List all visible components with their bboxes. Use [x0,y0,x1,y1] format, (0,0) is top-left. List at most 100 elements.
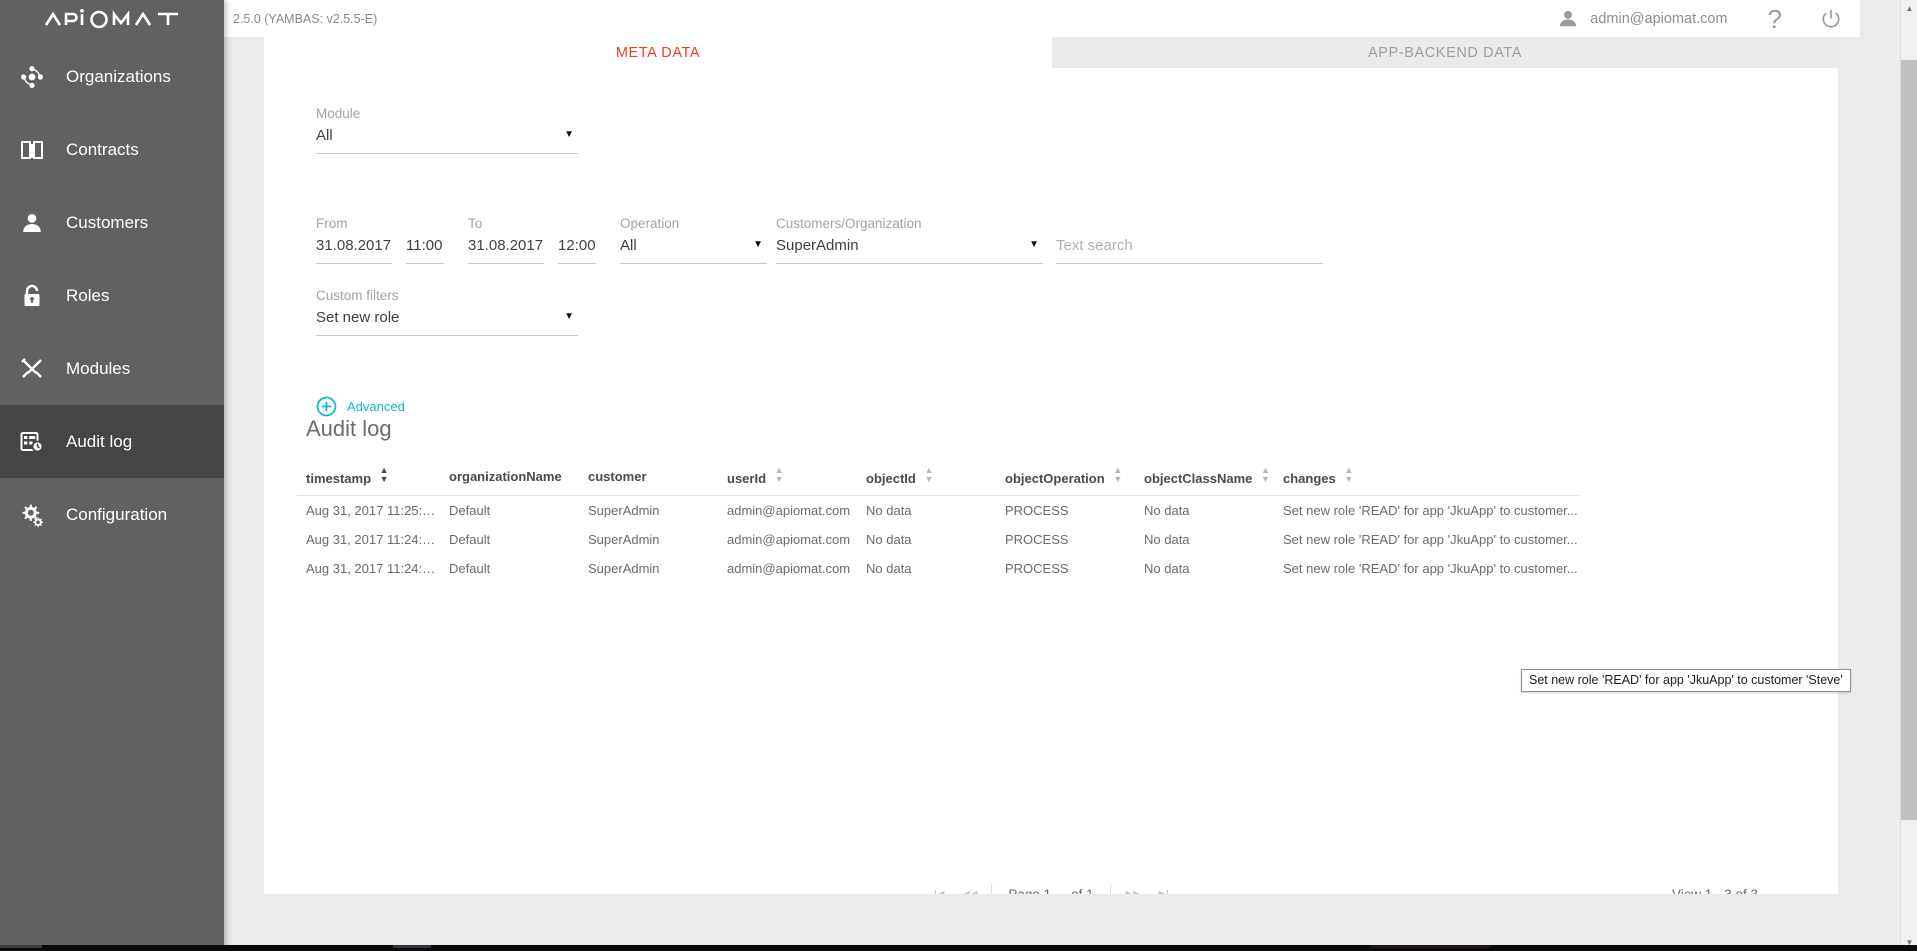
column-header-organization-name[interactable]: organizationName [440,466,579,496]
help-icon[interactable]: ? [1768,6,1782,32]
first-page-button[interactable]: |◀ [925,888,952,895]
cell-object-id: No data [857,554,996,583]
column-header-timestamp[interactable]: timestamp ▲▼ [297,466,440,496]
vertical-scrollbar[interactable]: ▲ ▼ [1900,0,1917,951]
last-page-button[interactable]: ▶| [1150,888,1177,895]
lock-icon [10,284,54,308]
sidebar-item-contracts[interactable]: Contracts [0,113,224,186]
cell-object-class-name: No data [1135,525,1274,554]
cell-customer: SuperAdmin [579,554,718,583]
table-row[interactable]: Aug 31, 2017 11:25:32 AM Default SuperAd… [297,496,1579,526]
cell-user-id: admin@apiomat.com [718,554,857,583]
filter-from-date[interactable]: 31.08.2017 [316,237,392,264]
cell-user-id: admin@apiomat.com [718,525,857,554]
bottom-strip-segment [1370,945,1490,948]
advanced-toggle-button[interactable]: Advanced [316,396,405,417]
table-row[interactable]: Aug 31, 2017 11:24:42 AM Default SuperAd… [297,554,1579,583]
sidebar-item-roles[interactable]: Roles [0,259,224,332]
column-header-object-id[interactable]: objectId ▲▼ [857,466,996,496]
cell-timestamp: Aug 31, 2017 11:24:42 AM [297,554,440,583]
tab-app-backend-data[interactable]: APP-BACKEND DATA [1052,37,1838,68]
sort-icon[interactable]: ▲▼ [1113,466,1122,484]
sort-icon[interactable]: ▲▼ [1261,466,1270,484]
column-header-user-id[interactable]: userId ▲▼ [718,466,857,496]
sidebar-item-organizations[interactable]: Organizations [0,40,224,113]
tab-label: APP-BACKEND DATA [1368,45,1522,61]
sort-icon[interactable]: ▲▼ [380,466,389,484]
tools-icon [10,357,54,381]
filter-from-time[interactable]: 11:00 [406,237,444,264]
sidebar-item-modules[interactable]: Modules [0,332,224,405]
column-header-label: changes [1283,471,1336,486]
sidebar-item-audit-log[interactable]: Audit log [0,405,224,478]
chevron-down-icon[interactable]: ▼ [564,129,574,141]
filter-operation[interactable]: Operation All ▼ [620,216,767,264]
pager-divider [991,884,992,894]
column-header-label: objectClassName [1144,471,1252,486]
sort-icon[interactable]: ▲▼ [775,466,784,484]
gears-icon [10,503,54,527]
next-page-button[interactable]: ▶▶ [1117,888,1150,895]
bottom-strip-segment [0,945,42,948]
user-email-label: admin@apiomat.com [1590,11,1727,27]
filter-to-time[interactable]: 12:00 [558,237,596,264]
sidebar-item-label: Audit log [66,432,132,452]
current-page-label[interactable]: Page 1 [998,887,1061,895]
avatar-icon[interactable] [1558,9,1578,29]
filter-operation-value: All [620,237,637,255]
cell-changes[interactable]: Set new role 'READ' for app 'JkuApp' to … [1274,525,1579,554]
filter-module[interactable]: Module All ▼ [316,106,578,154]
column-header-label: timestamp [306,471,371,486]
filter-custom-filters[interactable]: Custom filters Set new role ▼ [316,288,578,336]
column-header-object-operation[interactable]: objectOperation ▲▼ [996,466,1135,496]
vertical-scrollbar-thumb[interactable] [1901,60,1917,820]
cell-changes[interactable]: Set new role 'READ' for app 'JkuApp' to … [1274,496,1579,526]
filter-to-date[interactable]: 31.08.2017 [468,237,544,264]
sort-icon[interactable]: ▲▼ [924,466,933,484]
sidebar-item-label: Customers [66,213,148,233]
scroll-up-icon[interactable]: ▲ [1901,0,1917,17]
book-icon [10,139,54,161]
table-header-row: timestamp ▲▼ organizationName customer u… [297,466,1579,496]
column-header-changes[interactable]: changes ▲▼ [1274,466,1579,496]
cell-object-class-name: No data [1135,496,1274,526]
column-header-customer[interactable]: customer [579,466,718,496]
filter-from-date-value: 31.08.2017 [316,237,391,254]
sidebar: Organizations Contracts Customers [0,0,224,951]
cell-timestamp: Aug 31, 2017 11:25:32 AM [297,496,440,526]
view-range-label: View 1 - 3 of 3 [1672,887,1758,895]
table-row[interactable]: Aug 31, 2017 11:24:57 AM Default SuperAd… [297,525,1579,554]
column-header-label: customer [588,469,647,484]
sidebar-item-label: Modules [66,359,130,379]
cell-object-id: No data [857,496,996,526]
chevron-down-icon[interactable]: ▼ [564,311,574,323]
chevron-down-icon[interactable]: ▼ [753,239,763,251]
filter-from-time-value: 11:00 [406,237,442,254]
sort-icon[interactable]: ▲▼ [1344,466,1353,484]
audit-log-icon [10,431,54,453]
sidebar-item-configuration[interactable]: Configuration [0,478,224,551]
chevron-down-icon[interactable]: ▼ [1029,239,1039,251]
filter-module-label: Module [316,106,578,121]
cell-object-operation: PROCESS [996,496,1135,526]
filter-text-search[interactable]: Text search [1056,216,1323,264]
tab-label: META DATA [616,45,700,61]
filter-text-search-spacer [1056,216,1323,231]
pager-divider [1110,884,1111,894]
audit-log-table: timestamp ▲▼ organizationName customer u… [297,466,1579,583]
sidebar-item-customers[interactable]: Customers [0,186,224,259]
cell-changes[interactable]: Set new role 'READ' for app 'JkuApp' to … [1274,554,1579,583]
previous-page-button[interactable]: ◀◀ [952,888,985,895]
sidebar-item-label: Organizations [66,67,171,87]
advanced-label: Advanced [347,399,405,414]
filter-from: From 31.08.2017 11:00 [316,216,444,264]
tab-meta-data[interactable]: META DATA [264,37,1052,68]
bottom-strip-segment [393,945,431,948]
column-header-object-class-name[interactable]: objectClassName ▲▼ [1135,466,1274,496]
filter-customers-organization[interactable]: Customers/Organization SuperAdmin ▼ [776,216,1043,264]
cell-customer: SuperAdmin [579,525,718,554]
app-logo[interactable] [0,0,224,40]
power-icon[interactable] [1820,8,1842,30]
cell-organization-name: Default [440,525,579,554]
cell-object-operation: PROCESS [996,525,1135,554]
